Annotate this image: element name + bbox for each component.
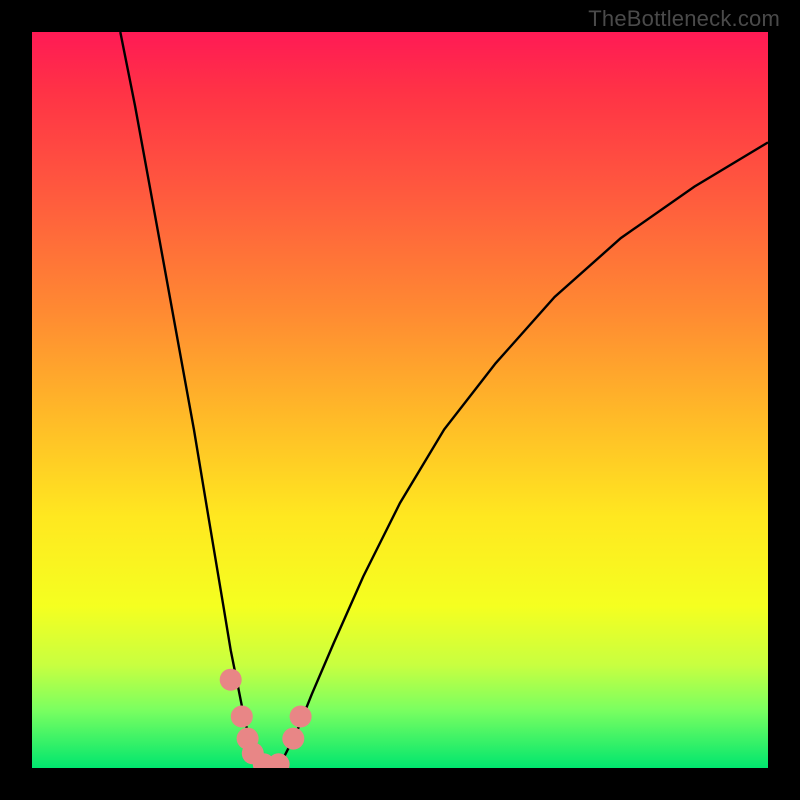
data-marker: [231, 706, 253, 728]
outer-frame: TheBottleneck.com: [0, 0, 800, 800]
plot-area: [32, 32, 768, 768]
data-marker: [290, 706, 312, 728]
data-marker: [282, 728, 304, 750]
attribution-text: TheBottleneck.com: [588, 6, 780, 32]
left-curve: [120, 32, 256, 761]
chart-svg: [32, 32, 768, 768]
data-marker: [268, 753, 290, 768]
data-marker: [220, 669, 242, 691]
right-curve: [282, 142, 768, 760]
marker-group: [220, 669, 312, 768]
